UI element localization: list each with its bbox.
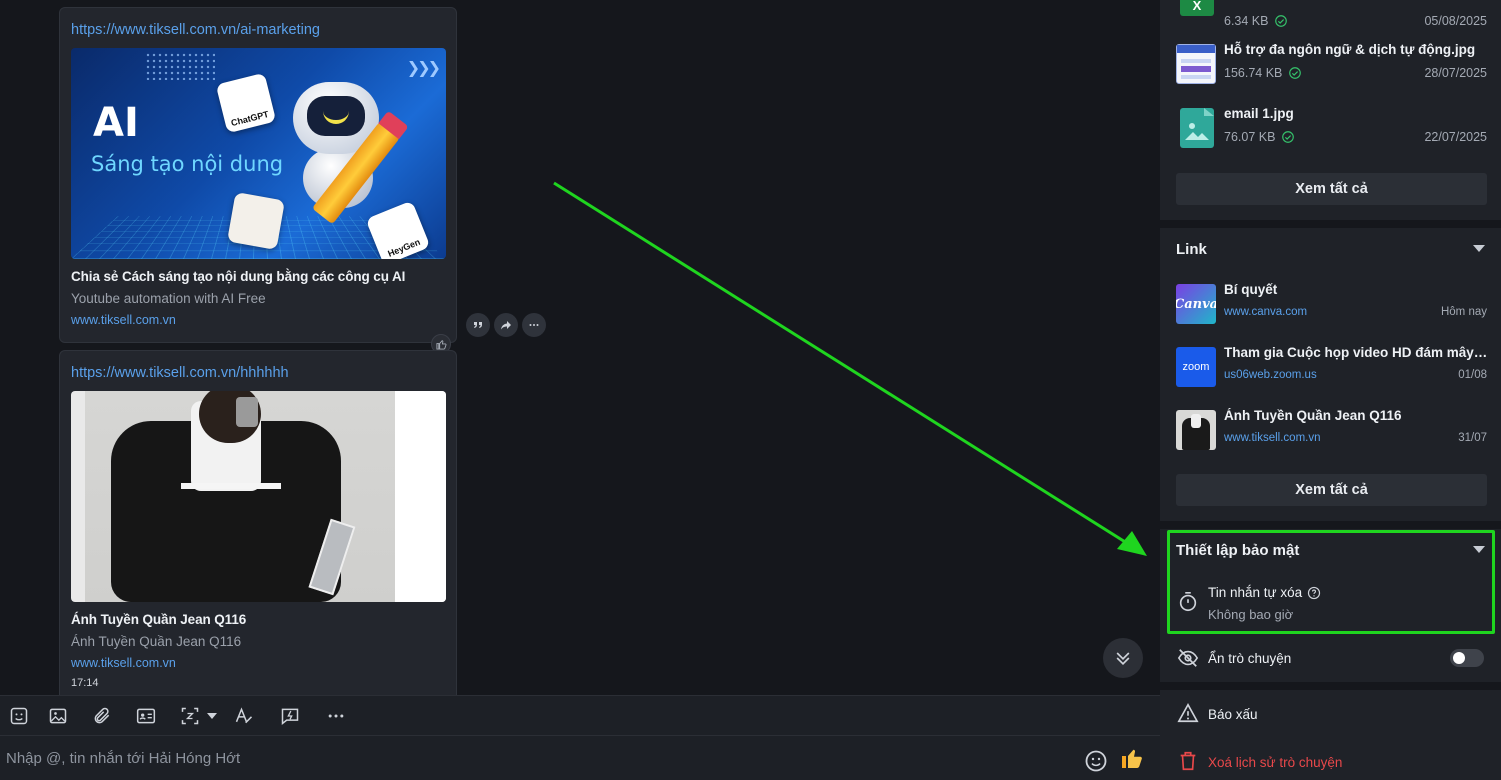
section-divider [1160, 521, 1501, 529]
file-item[interactable]: Hỗ trợ đa ngôn ngữ & dịch tự động.jpg 15… [1176, 38, 1487, 88]
file-name: Hỗ trợ đa ngôn ngữ & dịch tự động.jpg [1224, 42, 1476, 57]
product-photo-thumb [1176, 410, 1216, 450]
scroll-to-bottom-button[interactable] [1103, 638, 1143, 678]
image-button[interactable] [38, 701, 78, 731]
see-all-links-button[interactable]: Xem tất cả [1176, 474, 1487, 506]
file-date: 22/07/2025 [1424, 130, 1487, 144]
zoom-thumb: zoom [1176, 347, 1216, 387]
highlight-box [1167, 530, 1495, 634]
sticker-button[interactable] [4, 701, 34, 731]
hide-chat-setting: Ẩn trò chuyện [1176, 645, 1487, 673]
screenshot-icon [181, 707, 199, 724]
message-input[interactable] [6, 746, 1006, 770]
check-circle-icon [1282, 131, 1295, 143]
report-label: Báo xấu [1208, 707, 1258, 722]
attachment-icon [94, 707, 110, 723]
link-date: 01/08 [1458, 369, 1487, 381]
more-tools-button[interactable] [316, 701, 356, 731]
screenshot-dropdown[interactable] [204, 701, 220, 731]
trash-icon [1180, 751, 1196, 771]
image-file-icon [1180, 108, 1214, 148]
contact-card-button[interactable] [126, 701, 166, 731]
file-size-text: 76.07 KB [1224, 130, 1276, 144]
more-icon [328, 714, 344, 717]
format-text-icon [235, 706, 253, 723]
check-circle-icon [1275, 15, 1288, 27]
composer-toolbar [0, 695, 1160, 735]
file-size-text: 6.34 KB [1224, 14, 1269, 28]
attach-button[interactable] [82, 701, 122, 731]
file-date: 28/07/2025 [1424, 66, 1487, 80]
caret-down-icon [207, 712, 217, 719]
hide-chat-label: Ẩn trò chuyện [1208, 651, 1292, 666]
eye-off-icon [1177, 649, 1199, 667]
section-divider [1160, 220, 1501, 228]
hide-chat-toggle[interactable] [1450, 649, 1484, 667]
file-size: 156.74 KB [1224, 66, 1302, 80]
link-title: Tham gia Cuộc họp video HD đám mây Zoom [1224, 345, 1489, 360]
link-item[interactable]: Ánh Tuyền Quần Jean Q116 www.tiksell.com… [1176, 406, 1487, 452]
see-all-files-button[interactable]: Xem tất cả [1176, 173, 1487, 205]
canva-thumb: Canva [1176, 284, 1216, 324]
warning-icon [1177, 703, 1199, 723]
format-text-button[interactable] [224, 701, 264, 731]
report-action[interactable]: Báo xấu [1176, 702, 1487, 728]
chat-area: https://www.tiksell.com.vn/ai-marketing … [0, 0, 1160, 695]
link-domain[interactable]: us06web.zoom.us [1224, 369, 1317, 381]
file-size-text: 156.74 KB [1224, 66, 1283, 80]
quick-message-icon [281, 708, 299, 725]
delete-history-label: Xoá lịch sử trò chuyện [1208, 755, 1343, 770]
file-size: 6.34 KB [1224, 14, 1288, 28]
emoji-button[interactable] [1084, 749, 1108, 778]
contact-card-icon [136, 708, 156, 723]
thumb-text: zoom [1182, 361, 1210, 373]
image-icon [49, 708, 67, 723]
collapse-links-caret-icon[interactable] [1473, 245, 1485, 252]
conversation-info-panel: X 6.34 KB 05/08/2025 Hỗ trợ đa ngôn ngữ … [1160, 0, 1501, 780]
annotation-arrow [553, 181, 1147, 556]
image-thumb [1176, 44, 1216, 84]
message-composer [0, 735, 1160, 780]
file-item[interactable]: email 1.jpg 76.07 KB 22/07/2025 [1176, 102, 1487, 152]
quick-message-button[interactable] [268, 701, 312, 731]
sticker-icon [10, 707, 28, 724]
check-circle-icon [1289, 67, 1302, 79]
link-title: Bí quyết [1224, 282, 1278, 297]
thumb-text: Canva [1176, 296, 1216, 312]
link-item[interactable]: zoom Tham gia Cuộc họp video HD đám mây … [1176, 343, 1489, 389]
delete-history-action[interactable]: Xoá lịch sử trò chuyện [1176, 750, 1487, 776]
double-chevron-down-icon [1116, 652, 1130, 666]
link-domain[interactable]: www.canva.com [1224, 306, 1307, 318]
link-domain[interactable]: www.tiksell.com.vn [1224, 432, 1321, 444]
section-divider [1160, 682, 1501, 690]
file-size: 76.07 KB [1224, 130, 1295, 144]
emoji-icon [1085, 750, 1107, 772]
links-section-title[interactable]: Link [1176, 241, 1207, 258]
excel-icon: X [1180, 0, 1214, 16]
file-date: 05/08/2025 [1424, 14, 1487, 28]
file-item[interactable]: X 6.34 KB 05/08/2025 [1176, 0, 1487, 36]
link-title: Ánh Tuyền Quần Jean Q116 [1224, 408, 1402, 423]
image-glyph-icon [1185, 108, 1214, 140]
thumbs-up-icon [1122, 749, 1142, 768]
file-name: email 1.jpg [1224, 106, 1294, 121]
quick-like-button[interactable] [1120, 746, 1144, 775]
link-item[interactable]: Canva Bí quyết www.canva.com Hôm nay [1176, 280, 1487, 326]
link-date: Hôm nay [1440, 306, 1487, 318]
link-date: 31/07 [1458, 432, 1487, 444]
